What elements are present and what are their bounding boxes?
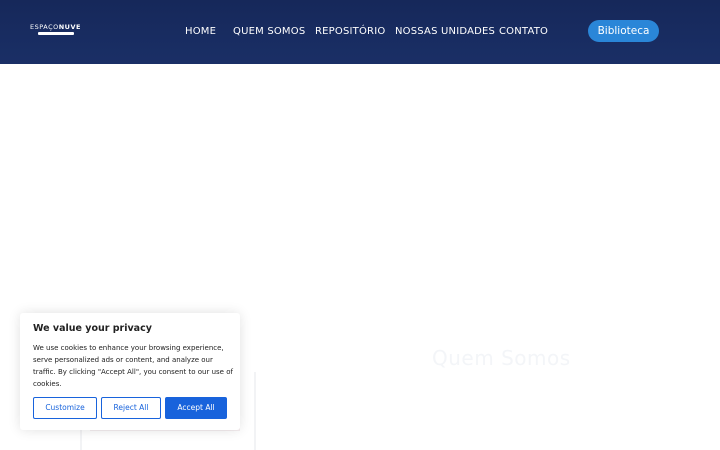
nav-repositorio[interactable]: REPOSITÓRIO: [315, 26, 385, 37]
cookie-description: We use cookies to enhance your browsing …: [33, 344, 233, 388]
logo-underline: [38, 32, 74, 35]
biblioteca-button[interactable]: Biblioteca: [588, 20, 659, 42]
site-header: ESPAÇONUVE HOME QUEM SOMOS REPOSITÓRIO N…: [0, 0, 720, 64]
nav-home[interactable]: HOME: [185, 26, 216, 37]
cookie-title: We value your privacy: [33, 323, 152, 334]
cookie-consent-banner: We value your privacy We use cookies to …: [20, 313, 240, 430]
reject-all-button[interactable]: Reject All: [101, 397, 161, 419]
site-logo[interactable]: ESPAÇONUVE: [28, 23, 81, 38]
accept-all-button[interactable]: Accept All: [165, 397, 227, 419]
customize-button[interactable]: Customize: [33, 397, 97, 419]
nav-contato[interactable]: CONTATO: [499, 26, 548, 37]
section-image-detail: [90, 428, 240, 450]
nav-nossas-unidades[interactable]: NOSSAS UNIDADES: [395, 26, 495, 37]
logo-text: ESPAÇONUVE: [30, 23, 81, 31]
section-heading: Quem Somos: [432, 346, 571, 370]
nav-quem-somos[interactable]: QUEM SOMOS: [233, 26, 305, 37]
